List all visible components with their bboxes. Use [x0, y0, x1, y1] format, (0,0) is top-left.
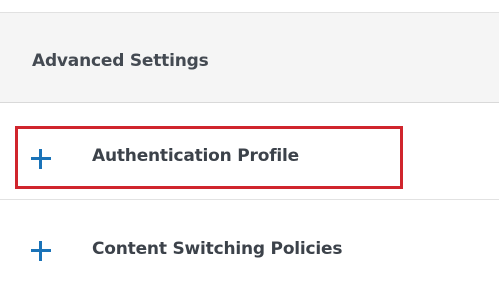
add-content-switching-policies-item[interactable]: Content Switching Policies [0, 201, 499, 284]
section-title: Advanced Settings [32, 51, 209, 71]
advanced-settings-panel: Advanced Settings Authentication Profile… [0, 0, 499, 284]
add-authentication-profile-item[interactable]: Authentication Profile [0, 104, 499, 200]
item-label-authentication-profile[interactable]: Authentication Profile [92, 146, 299, 166]
plus-icon[interactable] [31, 149, 51, 169]
item-label-content-switching-policies[interactable]: Content Switching Policies [92, 239, 343, 259]
plus-icon[interactable] [31, 241, 51, 261]
section-header: Advanced Settings [0, 12, 499, 103]
